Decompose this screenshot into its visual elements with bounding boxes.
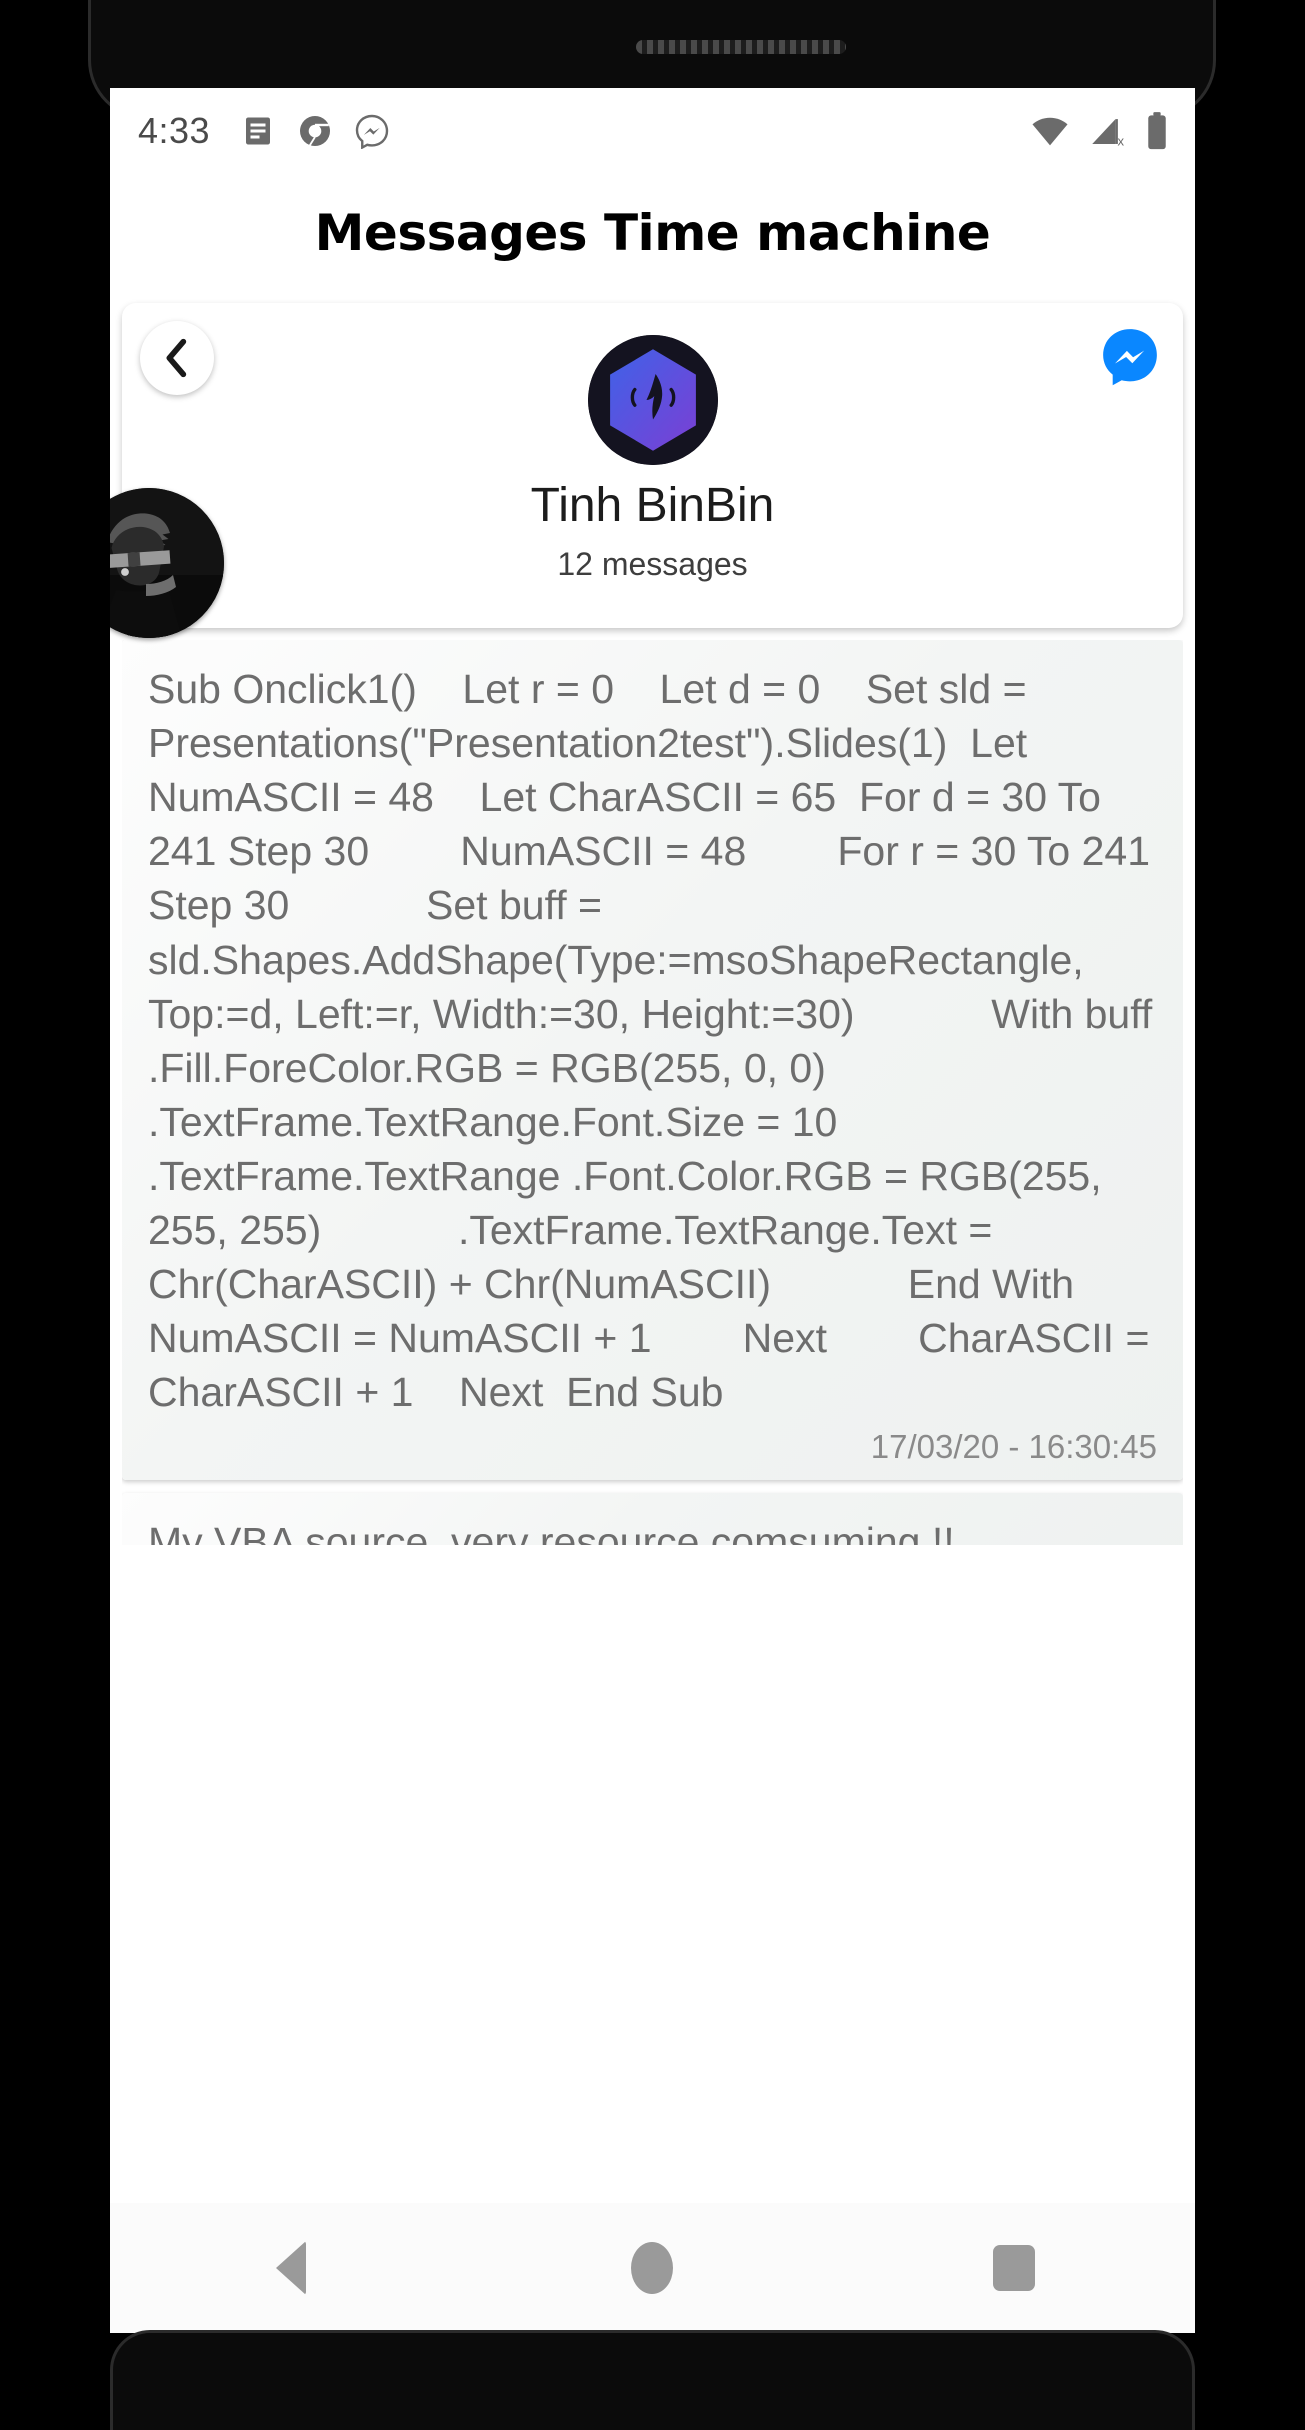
nav-back-button[interactable] bbox=[231, 2218, 351, 2318]
speaker-grill bbox=[636, 40, 846, 54]
cellular-no-sim-icon: x bbox=[1092, 118, 1124, 148]
contact-avatar bbox=[587, 335, 718, 465]
message-card[interactable]: Sub Onclick1() Let r = 0 Let d = 0 Set s… bbox=[122, 640, 1183, 1480]
back-button[interactable] bbox=[140, 321, 214, 395]
message-text: My VBA source, very resource comsuming !… bbox=[148, 1518, 955, 1545]
message-list[interactable]: Sub Onclick1() Let r = 0 Let d = 0 Set s… bbox=[122, 640, 1183, 1545]
chrome-icon bbox=[300, 115, 331, 149]
page-title: Messages Time machine bbox=[314, 204, 991, 262]
contact-header-card: Tinh BinBin 12 messages bbox=[110, 303, 1183, 638]
status-clock: 4:33 bbox=[138, 109, 211, 151]
phone-screen: 4:33 x Messages Time machine Tinh BinBin… bbox=[110, 88, 1195, 2333]
nav-recents-button[interactable] bbox=[954, 2218, 1074, 2318]
contact-avatar-hexagon-logo bbox=[587, 335, 718, 465]
notes-icon bbox=[246, 117, 271, 144]
app-title-bar: Messages Time machine bbox=[110, 173, 1195, 293]
messenger-icon bbox=[355, 114, 389, 149]
nav-back-icon bbox=[275, 2241, 306, 2295]
wifi-icon bbox=[1032, 117, 1068, 145]
nav-home-icon bbox=[631, 2242, 674, 2294]
contact-name: Tinh BinBin bbox=[530, 479, 775, 532]
android-nav-bar bbox=[110, 2203, 1195, 2333]
nav-recents-icon bbox=[993, 2245, 1036, 2291]
status-system-icons: x bbox=[1029, 111, 1169, 151]
nav-home-button[interactable] bbox=[592, 2218, 712, 2318]
messenger-icon bbox=[1103, 329, 1157, 386]
message-count-label: 12 messages bbox=[557, 546, 748, 582]
status-notification-icons bbox=[240, 113, 390, 149]
phone-bottom-bezel bbox=[110, 2330, 1195, 2430]
open-messenger-button[interactable] bbox=[1099, 325, 1161, 387]
status-bar: 4:33 x bbox=[110, 88, 1195, 173]
battery-icon bbox=[1148, 111, 1166, 149]
message-card[interactable]: My VBA source, very resource comsuming !… bbox=[122, 1492, 1183, 1545]
chevron-left-icon bbox=[166, 338, 187, 378]
svg-text:x: x bbox=[1117, 133, 1124, 148]
device-frame: 4:33 x Messages Time machine Tinh BinBin… bbox=[0, 0, 1305, 2430]
message-text: Sub Onclick1() Let r = 0 Let d = 0 Set s… bbox=[148, 666, 1153, 1416]
message-timestamp: 17/03/20 - 16:30:45 bbox=[870, 1427, 1157, 1465]
